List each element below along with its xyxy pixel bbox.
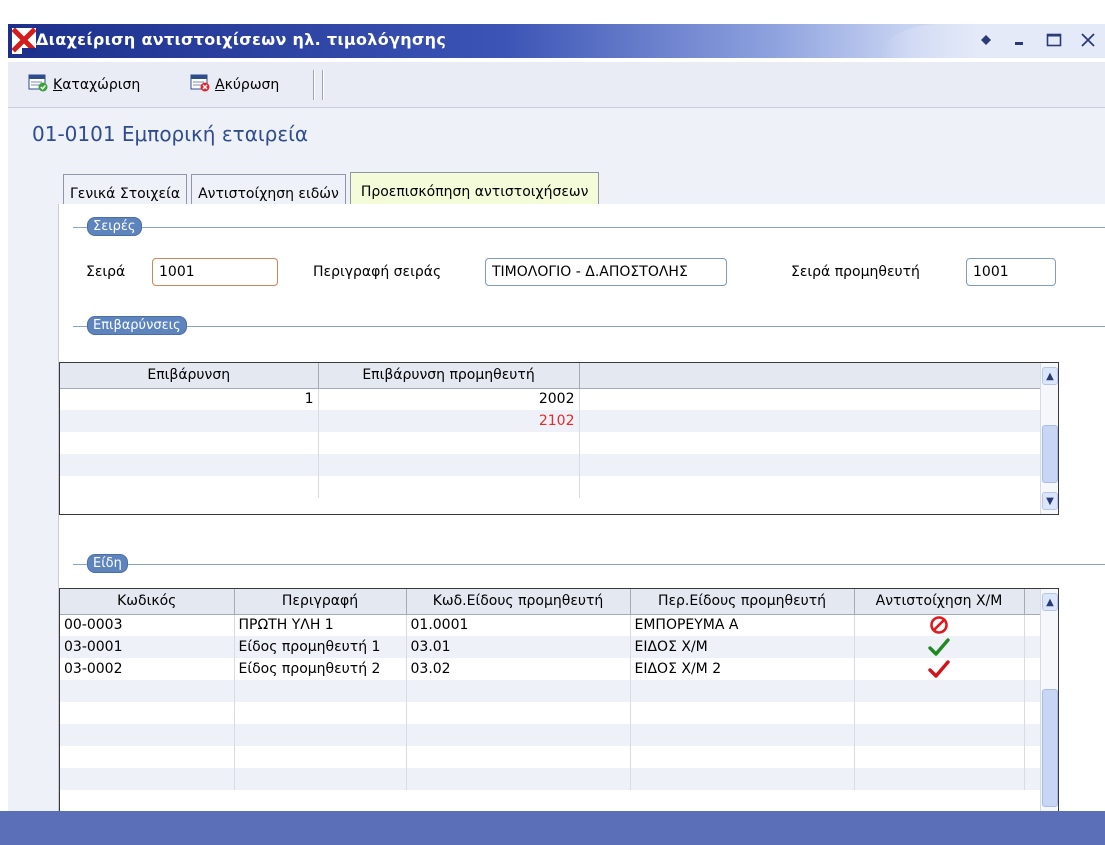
- table-row[interactable]: [60, 432, 1041, 454]
- table-row[interactable]: [60, 724, 1041, 746]
- item-code-cell[interactable]: 00-0003: [60, 614, 235, 636]
- column-header[interactable]: Περ.Είδους προμηθευτή: [630, 589, 855, 615]
- column-header[interactable]: Περιγραφή: [234, 589, 407, 615]
- minimize-icon[interactable]: [1009, 28, 1031, 52]
- table-row[interactable]: [60, 702, 1041, 724]
- column-header[interactable]: Κωδικός: [60, 589, 235, 615]
- app-logo-icon: [11, 27, 37, 54]
- mapping-status-cell[interactable]: [854, 614, 1025, 636]
- status-bar: [0, 811, 1105, 845]
- window-title: Διαχείριση αντιστοιχίσεων ηλ. τιμολόγηση…: [36, 30, 447, 49]
- supplier-item-description-cell[interactable]: ΕΜΠΟΡΕΥΜΑ Α: [630, 614, 855, 636]
- supplier-item-description-cell[interactable]: ΕΙΔΟΣ Χ/Μ: [630, 636, 855, 658]
- supplier-series-field[interactable]: [966, 258, 1056, 286]
- items-scrollbar[interactable]: ▲: [1040, 589, 1058, 811]
- table-row[interactable]: 00-0003 ΠΡΩΤΗ ΥΛΗ 1 01.0001 ΕΜΠΟΡΕΥΜΑ Α: [60, 614, 1041, 636]
- close-icon[interactable]: [1077, 28, 1099, 52]
- table-row[interactable]: [60, 680, 1041, 702]
- supplier-series-label: Σειρά προμηθευτή: [791, 264, 920, 280]
- items-table: Κωδικός Περιγραφή Κωδ.Είδους προμηθευτή …: [60, 589, 1041, 790]
- table-row[interactable]: 2102: [60, 410, 1041, 432]
- group-divider: [73, 564, 1105, 565]
- table-row[interactable]: [60, 476, 1041, 498]
- cancel-button-label: Ακύρωση: [215, 77, 280, 93]
- table-row[interactable]: 03-0001 Είδος προμηθευτή 1 03.01 ΕΙΔΟΣ Χ…: [60, 636, 1041, 658]
- table-row[interactable]: [60, 746, 1041, 768]
- toolbar-separator: [322, 70, 324, 100]
- group-divider: [73, 227, 1105, 228]
- scroll-up-icon[interactable]: ▲: [1042, 593, 1058, 611]
- table-row[interactable]: 03-0002 Είδος προμηθευτή 2 03.02 ΕΙΔΟΣ Χ…: [60, 658, 1041, 680]
- column-header-empty: [1024, 589, 1041, 615]
- supplier-item-description-cell[interactable]: ΕΙΔΟΣ Χ/Μ 2: [630, 658, 855, 680]
- empty-cell: [579, 410, 1041, 432]
- column-header[interactable]: Επιβάρυνση προμηθευτή: [318, 363, 580, 389]
- table-row[interactable]: [60, 768, 1041, 790]
- column-header[interactable]: Επιβάρυνση: [60, 363, 319, 389]
- supplier-item-code-cell[interactable]: 03.01: [406, 636, 631, 658]
- mapping-status-cell[interactable]: [854, 658, 1025, 680]
- item-description-cell[interactable]: Είδος προμηθευτή 2: [234, 658, 407, 680]
- group-divider: [73, 326, 1105, 327]
- column-header[interactable]: Κωδ.Είδους προμηθευτή: [406, 589, 631, 615]
- scroll-thumb[interactable]: [1042, 689, 1058, 807]
- charge-cell[interactable]: 1: [60, 388, 319, 410]
- scroll-down-icon[interactable]: ▼: [1042, 492, 1058, 510]
- item-description-cell[interactable]: Είδος προμηθευτή 1: [234, 636, 407, 658]
- item-code-cell[interactable]: 03-0001: [60, 636, 235, 658]
- mapping-status-cell[interactable]: [854, 636, 1025, 658]
- series-group-label: Σειρές: [87, 217, 142, 236]
- supplier-charge-cell[interactable]: 2002: [318, 388, 580, 410]
- green-check-icon: [928, 638, 950, 656]
- toolbar: Καταχώριση Ακύρωση: [8, 62, 1105, 108]
- maximize-icon[interactable]: [1043, 28, 1065, 52]
- toolbar-separator: [313, 70, 315, 100]
- save-button[interactable]: Καταχώριση: [28, 74, 140, 96]
- company-title: 01-0101 Εμπορική εταιρεία: [32, 122, 309, 146]
- red-check-icon: [928, 660, 950, 678]
- save-button-label: Καταχώριση: [53, 77, 141, 93]
- charges-grid: Επιβάρυνση Επιβάρυνση προμηθευτή 1 2002 …: [59, 362, 1059, 515]
- items-group-label: Είδη: [87, 554, 128, 573]
- column-header-empty: [579, 363, 1041, 389]
- supplier-item-code-cell[interactable]: 01.0001: [406, 614, 631, 636]
- items-grid: Κωδικός Περιγραφή Κωδ.Είδους προμηθευτή …: [59, 588, 1059, 811]
- scroll-thumb[interactable]: [1042, 425, 1058, 483]
- table-row[interactable]: 1 2002: [60, 388, 1041, 410]
- series-description-label: Περιγραφή σειράς: [313, 264, 442, 280]
- pin-icon[interactable]: [975, 28, 997, 52]
- cancel-button[interactable]: Ακύρωση: [190, 74, 279, 96]
- supplier-item-code-cell[interactable]: 03.02: [406, 658, 631, 680]
- supplier-charge-cell[interactable]: 2102: [318, 410, 580, 432]
- cancel-icon: [190, 74, 210, 96]
- charges-table: Επιβάρυνση Επιβάρυνση προμηθευτή 1 2002 …: [60, 363, 1041, 498]
- series-description-field[interactable]: [485, 258, 727, 286]
- table-row[interactable]: [60, 454, 1041, 476]
- column-header[interactable]: Αντιστοίχηση Χ/Μ: [854, 589, 1025, 615]
- item-description-cell[interactable]: ΠΡΩΤΗ ΥΛΗ 1: [234, 614, 407, 636]
- series-field[interactable]: [152, 258, 278, 286]
- tab-panel: Σειρές Σειρά Περιγραφή σειράς Σειρά προμ…: [58, 204, 1105, 811]
- main-area: 01-0101 Εμπορική εταιρεία Γενικά Στοιχεί…: [8, 108, 1105, 811]
- save-icon: [28, 74, 48, 96]
- title-bar: Διαχείριση αντιστοιχίσεων ηλ. τιμολόγηση…: [0, 0, 1105, 58]
- scroll-up-icon[interactable]: ▲: [1042, 367, 1058, 385]
- charges-scrollbar[interactable]: ▲ ▼: [1040, 363, 1058, 514]
- no-entry-icon: [930, 616, 948, 635]
- charges-group-label: Επιβαρύνσεις: [87, 316, 187, 335]
- series-label: Σειρά: [86, 264, 126, 280]
- charge-cell[interactable]: [60, 410, 319, 432]
- item-code-cell[interactable]: 03-0002: [60, 658, 235, 680]
- empty-cell: [579, 388, 1041, 410]
